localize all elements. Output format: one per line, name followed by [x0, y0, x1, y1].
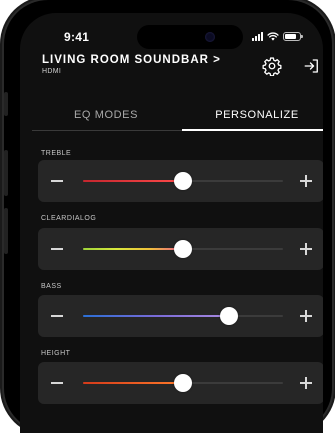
status-icons — [252, 31, 303, 41]
height-minus-icon[interactable] — [51, 382, 63, 384]
dynamic-island — [137, 25, 243, 49]
phone-frame: 9:41 LIVING ROOM SOUNDBAR > HDMI EQ MODE… — [4, 0, 332, 433]
status-bar: 9:41 — [20, 13, 323, 55]
treble-slider-fill — [83, 180, 183, 182]
treble-slider-track[interactable] — [83, 172, 283, 190]
mode-tabs: EQ MODES PERSONALIZE — [32, 100, 323, 132]
cleardialog-label: CLEARDIALOG — [41, 215, 97, 222]
cellular-signal-icon — [252, 31, 263, 41]
front-camera-icon — [205, 32, 215, 42]
tab-eq-modes[interactable]: EQ MODES — [32, 100, 180, 130]
treble-minus-icon[interactable] — [51, 180, 63, 182]
tab-personalize[interactable]: PERSONALIZE — [182, 100, 323, 130]
cleardialog-slider-fill — [83, 248, 183, 250]
height-slider-track[interactable] — [83, 374, 283, 392]
wifi-icon — [267, 32, 279, 41]
active-tab-indicator — [182, 129, 323, 131]
cleardialog-slider-card — [38, 228, 323, 270]
treble-slider-card — [38, 160, 323, 202]
phone-volume-up-button — [4, 150, 8, 196]
app-screen: 9:41 LIVING ROOM SOUNDBAR > HDMI EQ MODE… — [20, 13, 323, 433]
cleardialog-minus-icon[interactable] — [51, 248, 63, 250]
bass-minus-icon[interactable] — [51, 315, 63, 317]
height-slider-card — [38, 362, 323, 404]
gear-icon[interactable] — [261, 55, 283, 77]
bass-slider-card — [38, 295, 323, 337]
height-slider-fill — [83, 382, 183, 384]
bass-label: BASS — [41, 283, 62, 290]
device-title[interactable]: LIVING ROOM SOUNDBAR > — [42, 54, 221, 66]
height-slider-thumb[interactable] — [174, 374, 192, 392]
battery-icon — [283, 31, 303, 41]
height-label: HEIGHT — [41, 350, 71, 357]
bass-slider-fill — [83, 315, 229, 317]
bass-slider-thumb[interactable] — [220, 307, 238, 325]
bass-slider-track[interactable] — [83, 307, 283, 325]
cleardialog-slider-thumb[interactable] — [174, 240, 192, 258]
device-input-label: HDMI — [42, 68, 62, 75]
treble-label: TREBLE — [41, 150, 72, 157]
exit-icon[interactable] — [301, 55, 323, 77]
phone-volume-down-button — [4, 208, 8, 254]
status-time: 9:41 — [64, 30, 90, 44]
cleardialog-slider-track[interactable] — [83, 240, 283, 258]
phone-action-button — [4, 92, 8, 116]
treble-slider-thumb[interactable] — [174, 172, 192, 190]
